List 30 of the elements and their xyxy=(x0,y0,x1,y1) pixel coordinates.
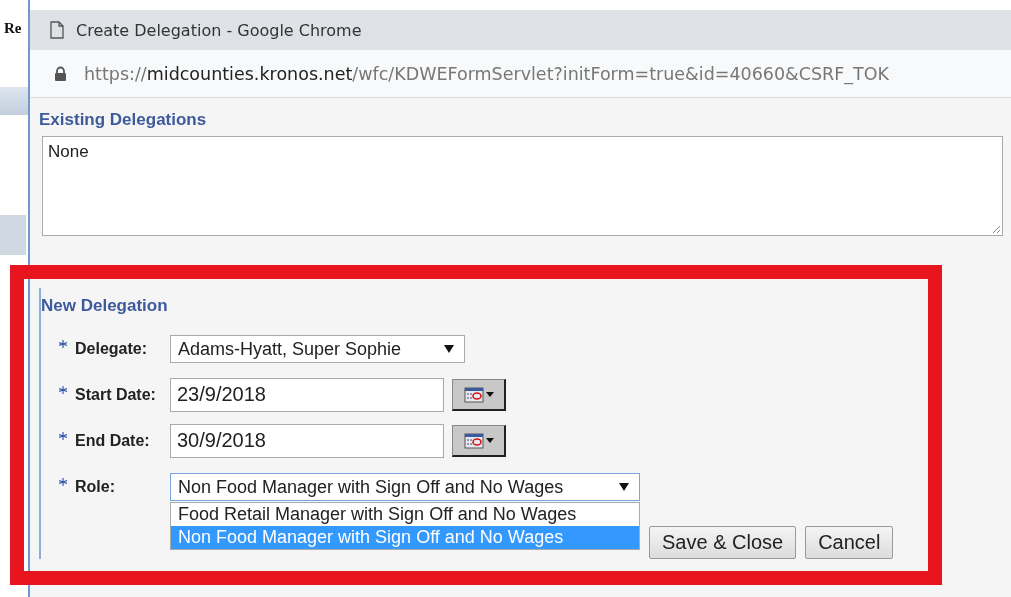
caret-icon xyxy=(485,437,494,444)
caret-icon xyxy=(619,483,629,491)
section-heading: Existing Delegations xyxy=(39,110,208,130)
caret-icon xyxy=(485,391,494,398)
date-field[interactable]: 23/9/2018 xyxy=(170,378,444,412)
caret-icon xyxy=(444,345,454,353)
page-icon xyxy=(50,21,64,39)
section-heading: New Delegation xyxy=(41,296,169,316)
window-title: Re xyxy=(3,20,23,37)
dropdown[interactable]: Non Food Manager with Sign Off and No Wages xyxy=(170,473,640,501)
field-label: Start Date: xyxy=(75,386,156,404)
resize-grip-icon[interactable] xyxy=(991,224,1001,234)
lock-icon xyxy=(54,65,67,82)
calendar-icon xyxy=(463,386,484,403)
text-area-value: None xyxy=(47,141,90,163)
address-bar[interactable]: https://midcounties.kronos.net/wfc/KDWEFormServlet?initForm=true&id=40660&CSRF_TOK xyxy=(30,50,1011,98)
url-text: https://midcounties.kronos.net/wfc/KDWEFormServlet?initForm=true&id=40660&CSRF_TOK xyxy=(84,63,889,84)
dropdown-option[interactable]: Food Retail Manager with Sign Off and No Wages xyxy=(171,503,639,526)
field-label: Role: xyxy=(75,478,115,496)
field-label: End Date: xyxy=(75,432,150,450)
calendar-icon xyxy=(463,432,484,449)
calendar-button[interactable] xyxy=(452,379,506,411)
cancel-button[interactable]: Cancel xyxy=(805,526,894,559)
field-label: Delegate: xyxy=(75,340,148,358)
calendar-button[interactable] xyxy=(452,425,506,457)
window-title: Create Delegation - Google Chrome xyxy=(76,20,362,40)
date-field[interactable]: 30/9/2018 xyxy=(170,424,444,458)
text-area[interactable]: None xyxy=(42,136,1003,236)
save-close-button[interactable]: Save & Close xyxy=(649,526,797,559)
dropdown[interactable]: Adams-Hyatt, Super Sophie xyxy=(170,335,465,363)
